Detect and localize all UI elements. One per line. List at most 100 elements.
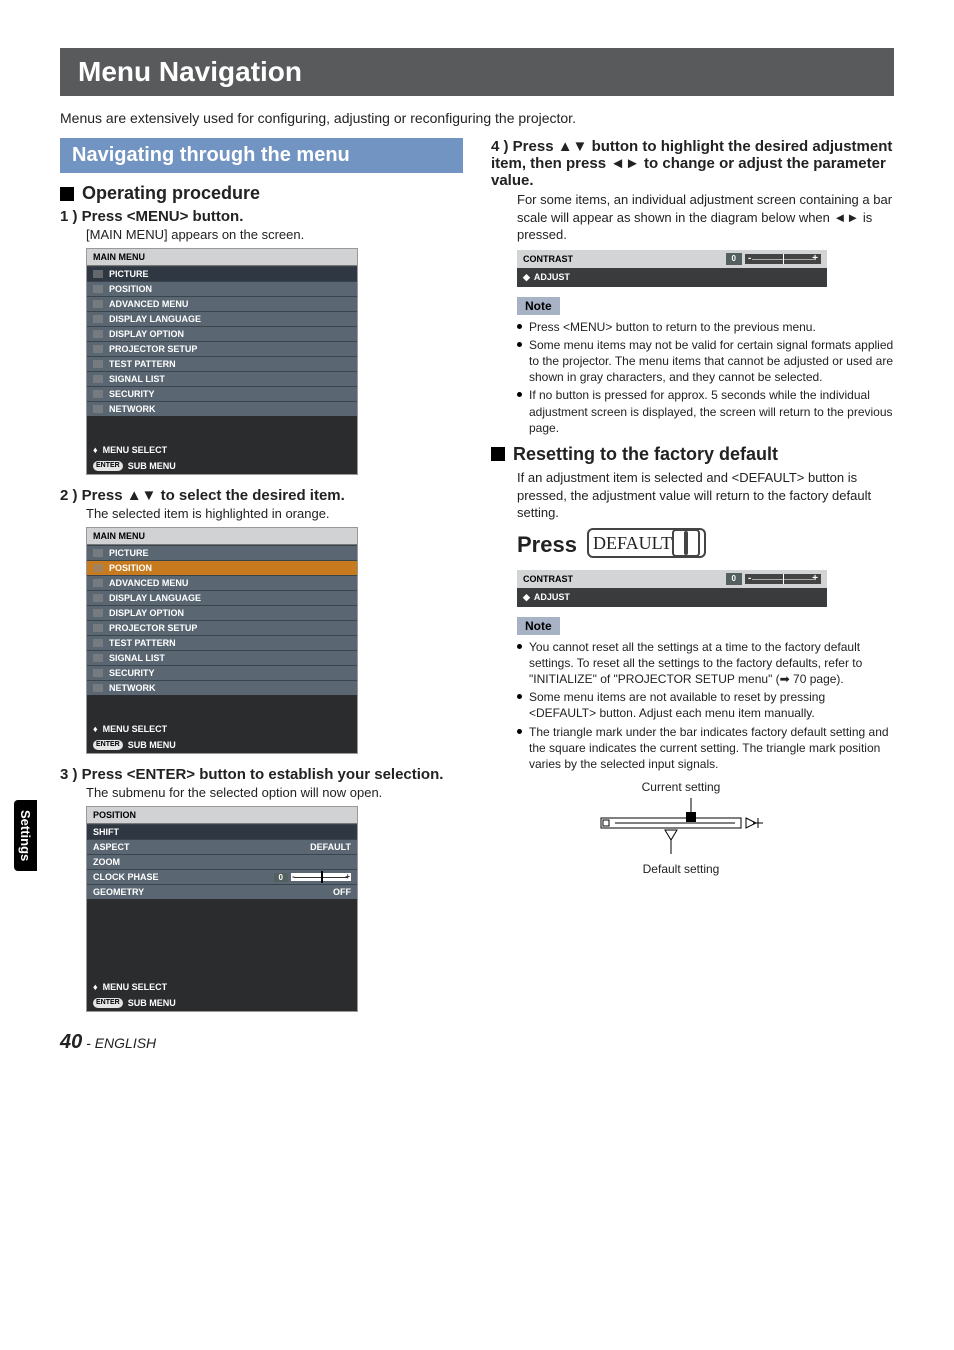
osd-row: SECURITY (87, 386, 357, 401)
osd-row: DISPLAY OPTION (87, 326, 357, 341)
projector-setup-icon (93, 345, 103, 353)
osd-header: POSITION (87, 807, 357, 824)
note-label-2: Note (517, 617, 560, 635)
osd-row: ADVANCED MENU (87, 575, 357, 590)
step-2-line: 2 ) Press ▲▼ to select the desired item. (60, 487, 463, 504)
step-3: 3 ) Press <ENTER> button to establish yo… (60, 766, 463, 1012)
osd-row: PICTURE (87, 545, 357, 560)
slider-diagram-icon (591, 798, 771, 858)
left-column: Navigating through the menu Operating pr… (60, 138, 463, 1024)
step-3-sub: The submenu for the selected option will… (86, 785, 463, 800)
osd-row: DISPLAY OPTION (87, 605, 357, 620)
nav-heading: Navigating through the menu (60, 138, 463, 173)
resetting-heading: Resetting to the factory default (491, 444, 894, 465)
osd-main-2: MAIN MENU PICTURE POSITION ADVANCED MENU… (86, 527, 358, 754)
step-4: 4 ) Press ▲▼ button to highlight the des… (491, 138, 894, 287)
contrast-bar-2: CONTRAST 0 -+ ◆ADJUST (517, 570, 827, 607)
note-item: Some menu items may not be valid for cer… (517, 337, 894, 386)
osd-row: DISPLAY LANGUAGE (87, 311, 357, 326)
osd-row: DISPLAY LANGUAGE (87, 590, 357, 605)
page-number: 40 (60, 1031, 82, 1053)
osd-row: PROJECTOR SETUP (87, 341, 357, 356)
picture-icon (93, 270, 103, 278)
step-3-line: 3 ) Press <ENTER> button to establish yo… (60, 766, 463, 783)
advanced-icon (93, 579, 103, 587)
osd-row: TEST PATTERN (87, 356, 357, 371)
footer-lang: - ENGLISH (86, 1035, 156, 1051)
test-pattern-icon (93, 639, 103, 647)
note-item: The triangle mark under the bar indicate… (517, 724, 894, 773)
osd-row-position-hl: POSITION (87, 560, 357, 575)
osd-row: PROJECTOR SETUP (87, 620, 357, 635)
press-label: Press (517, 532, 577, 558)
osd-row: SECURITY (87, 665, 357, 680)
osd-row-shift: SHIFT (87, 824, 357, 839)
step-2: 2 ) Press ▲▼ to select the desired item.… (60, 487, 463, 754)
contrast-value: 0 (726, 253, 742, 265)
note-item: Some menu items are not available to res… (517, 689, 894, 721)
reset-body: If an adjustment item is selected and <D… (517, 469, 894, 522)
operating-heading: Operating procedure (60, 183, 463, 204)
notes-list-2: You cannot reset all the settings at a t… (517, 639, 894, 773)
intro-text: Menus are extensively used for configuri… (60, 110, 894, 126)
right-column: 4 ) Press ▲▼ button to highlight the des… (491, 138, 894, 1024)
step-1-line: 1 ) Press <MENU> button. (60, 208, 463, 225)
enter-pill-icon: ENTER (93, 998, 123, 1008)
press-default-illustration: Press DEFAULT (517, 528, 894, 558)
osd-row-geometry: GEOMETRYOFF (87, 884, 357, 899)
page-footer: 40 - ENGLISH (60, 1031, 156, 1054)
note-item: If no button is pressed for approx. 5 se… (517, 387, 894, 436)
enter-pill-icon: ENTER (93, 740, 123, 750)
leftright-icon: ◆ (523, 272, 530, 283)
language-icon (93, 315, 103, 323)
security-icon (93, 669, 103, 677)
note-label-1: Note (517, 297, 560, 315)
test-pattern-icon (93, 360, 103, 368)
step-4-line: 4 ) Press ▲▼ button to highlight the des… (491, 138, 894, 189)
page-title: Menu Navigation (60, 48, 894, 96)
default-setting-label: Default setting (571, 862, 791, 876)
security-icon (93, 390, 103, 398)
contrast-bar-1: CONTRAST 0 -+ ◆ADJUST (517, 250, 827, 287)
current-setting-label: Current setting (571, 780, 791, 794)
osd-row: SIGNAL LIST (87, 650, 357, 665)
step-2-sub: The selected item is highlighted in oran… (86, 506, 463, 521)
osd-position: POSITION SHIFT ASPECTDEFAULT ZOOM CLOCK … (86, 806, 358, 1012)
updown-icon: ♦ (93, 724, 98, 734)
contrast-label: CONTRAST (523, 254, 573, 264)
osd-row-aspect: ASPECTDEFAULT (87, 839, 357, 854)
note-item: Press <MENU> button to return to the pre… (517, 319, 894, 335)
updown-icon: ♦ (93, 445, 98, 455)
picture-icon (93, 549, 103, 557)
contrast-label: CONTRAST (523, 574, 573, 584)
enter-pill-icon: ENTER (93, 461, 123, 471)
updown-icon: ♦ (93, 982, 98, 992)
default-button-icon: DEFAULT (587, 528, 706, 558)
position-icon (93, 285, 103, 293)
position-icon (93, 564, 103, 572)
osd-row: SIGNAL LIST (87, 371, 357, 386)
notes-list-1: Press <MENU> button to return to the pre… (517, 319, 894, 436)
setting-diagram: Current setting Default setting (571, 780, 791, 876)
adjust-label: ADJUST (534, 272, 570, 282)
osd-row: NETWORK (87, 401, 357, 416)
language-icon (93, 594, 103, 602)
network-icon (93, 684, 103, 692)
advanced-icon (93, 300, 103, 308)
signal-list-icon (93, 375, 103, 383)
step-1-sub: [MAIN MENU] appears on the screen. (86, 227, 463, 242)
side-tab-settings: Settings (14, 800, 37, 871)
osd-main-1: MAIN MENU PICTURE POSITION ADVANCED MENU… (86, 248, 358, 475)
osd-row-clock: CLOCK PHASE 0 -+ (87, 869, 357, 884)
projector-setup-icon (93, 624, 103, 632)
osd-header: MAIN MENU (87, 528, 357, 545)
signal-list-icon (93, 654, 103, 662)
display-option-icon (93, 330, 103, 338)
network-icon (93, 405, 103, 413)
adjust-label: ADJUST (534, 592, 570, 602)
osd-row-zoom: ZOOM (87, 854, 357, 869)
osd-row-picture: PICTURE (87, 266, 357, 281)
note-item: You cannot reset all the settings at a t… (517, 639, 894, 688)
step-1: 1 ) Press <MENU> button. [MAIN MENU] app… (60, 208, 463, 475)
osd-row: POSITION (87, 281, 357, 296)
